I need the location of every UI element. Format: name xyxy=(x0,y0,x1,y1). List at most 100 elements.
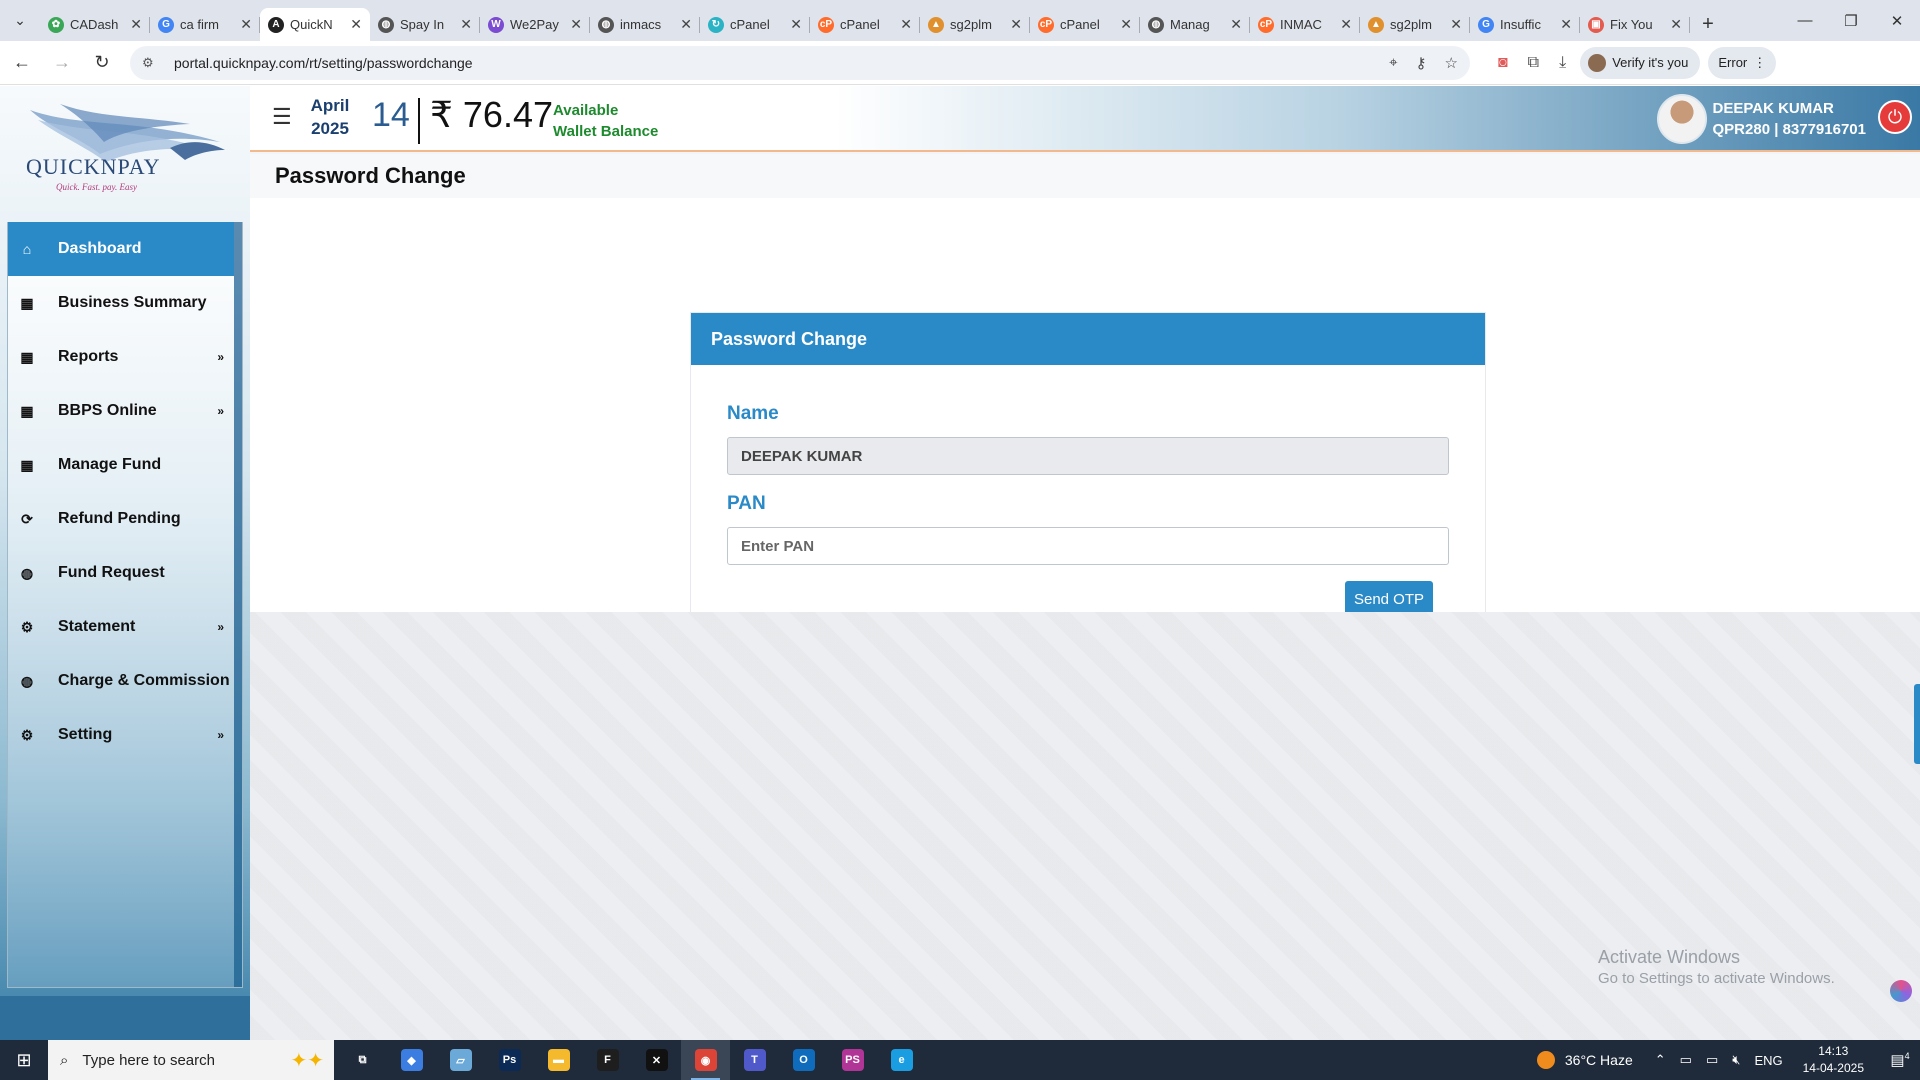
tab-close-icon[interactable]: ✕ xyxy=(240,16,252,33)
weather-widget[interactable]: 36°C Haze xyxy=(1536,1051,1633,1069)
tab-search-button[interactable]: ⌄ xyxy=(0,0,40,41)
taskbar-app-notepad[interactable]: ▱ xyxy=(436,1040,485,1080)
language-indicator[interactable]: ENG xyxy=(1754,1053,1782,1068)
omnibox[interactable]: ⚙ portal.quicknpay.com/rt/setting/passwo… xyxy=(130,45,1470,80)
taskbar-app-chrome[interactable]: ◉ xyxy=(681,1040,730,1080)
browser-tab[interactable]: ◍ Spay In ✕ xyxy=(370,8,480,41)
menu-toggle-icon[interactable]: ☰ xyxy=(272,104,292,130)
meet-now-icon[interactable]: ▭ xyxy=(1680,1052,1692,1068)
back-button[interactable]: ← xyxy=(4,45,40,81)
sidebar-item[interactable]: ⌂ Dashboard xyxy=(8,222,236,276)
floating-assistant-icon[interactable] xyxy=(1890,980,1912,1002)
browser-tab[interactable]: ▲ sg2plm ✕ xyxy=(920,8,1030,41)
extensions-puzzle-icon[interactable]: ⧉ xyxy=(1528,54,1539,72)
error-menu-button[interactable]: Error ⋮ xyxy=(1708,46,1777,79)
site-info-icon[interactable]: ⚙ xyxy=(142,55,162,71)
close-window-icon[interactable]: ✕ xyxy=(1874,0,1920,41)
sidebar-item[interactable]: ▦ Business Summary xyxy=(8,276,236,330)
tab-close-icon[interactable]: ✕ xyxy=(1230,16,1242,33)
tab-close-icon[interactable]: ✕ xyxy=(570,16,582,33)
reload-button[interactable]: ↻ xyxy=(84,45,120,81)
tab-close-icon[interactable]: ✕ xyxy=(130,16,142,33)
browser-tab[interactable]: ▲ sg2plm ✕ xyxy=(1360,8,1470,41)
browser-tab[interactable]: cP cPanel ✕ xyxy=(810,8,920,41)
sidebar-footer xyxy=(0,996,250,1040)
sidebar-item[interactable]: ▦ Reports » xyxy=(8,330,236,384)
taskbar-app-photoshop[interactable]: Ps xyxy=(485,1040,534,1080)
tab-close-icon[interactable]: ✕ xyxy=(1670,16,1682,33)
new-tab-button[interactable]: + xyxy=(1690,8,1726,41)
quicknpay-logo[interactable]: QUICKNPAY Quick. Fast. pay. Easy xyxy=(20,98,230,200)
tab-close-icon[interactable]: ✕ xyxy=(350,16,362,33)
download-icon[interactable]: ⤓ xyxy=(1559,54,1566,72)
browser-tab[interactable]: G Insuffic ✕ xyxy=(1470,8,1580,41)
logout-power-icon[interactable]: ⏻ xyxy=(1878,100,1912,134)
profile-verify-button[interactable]: Verify it's you xyxy=(1580,46,1701,79)
taskbar-app-copilot[interactable]: ◆ xyxy=(387,1040,436,1080)
taskbar-app-teams[interactable]: T xyxy=(730,1040,779,1080)
tab-close-icon[interactable]: ✕ xyxy=(1120,16,1132,33)
browser-tab[interactable]: ◍ Manag ✕ xyxy=(1140,8,1250,41)
bookmark-star-icon[interactable]: ☆ xyxy=(1445,54,1458,72)
tab-close-icon[interactable]: ✕ xyxy=(1560,16,1572,33)
sidebar-item[interactable]: ⚙ Setting » xyxy=(8,708,236,762)
browser-tab[interactable]: ✿ CADash ✕ xyxy=(40,8,150,41)
taskbar-app-edge[interactable]: e xyxy=(877,1040,926,1080)
tab-close-icon[interactable]: ✕ xyxy=(1340,16,1352,33)
user-profile[interactable]: DEEPAK KUMAR QPR280 | 8377916701 xyxy=(1656,94,1866,144)
tab-close-icon[interactable]: ✕ xyxy=(900,16,912,33)
tab-close-icon[interactable]: ✕ xyxy=(680,16,692,33)
extension-icon-red[interactable]: ◙ xyxy=(1498,54,1508,72)
browser-tab[interactable]: cP INMAC ✕ xyxy=(1250,8,1360,41)
pan-input[interactable] xyxy=(727,527,1449,565)
sidebar-item-label: Dashboard xyxy=(58,240,142,257)
volume-mute-icon[interactable]: 🔇︎ xyxy=(1732,1052,1740,1068)
browser-tab[interactable]: ↻ cPanel ✕ xyxy=(700,8,810,41)
browser-tab[interactable]: A QuickN ✕ xyxy=(260,8,370,41)
windows-start-icon[interactable]: ⊞ xyxy=(0,1040,48,1080)
tab-close-icon[interactable]: ✕ xyxy=(790,16,802,33)
clock-date: 14-04-2025 xyxy=(1802,1061,1864,1075)
sidebar-item[interactable]: ▦ Manage Fund xyxy=(8,438,236,492)
tab-favicon-icon: cP xyxy=(1038,16,1054,33)
password-key-icon[interactable]: ⚷ xyxy=(1416,54,1427,72)
weather-sun-icon xyxy=(1536,1051,1555,1069)
browser-tab[interactable]: ▣ Fix You ✕ xyxy=(1580,8,1690,41)
tab-close-icon[interactable]: ✕ xyxy=(1010,16,1022,33)
sidebar-item-label: Refund Pending xyxy=(58,510,181,527)
taskbar-app-task-view[interactable]: ⧉ xyxy=(338,1040,387,1080)
side-feedback-tab[interactable] xyxy=(1914,684,1920,764)
logo-brand-text: QUICKNPAY xyxy=(26,154,161,179)
sidebar-item[interactable]: ◍ Charge & Commission xyxy=(8,654,236,708)
taskbar-app-file-explorer[interactable]: ▬ xyxy=(534,1040,583,1080)
taskbar-app-capcut[interactable]: ✕ xyxy=(632,1040,681,1080)
sidebar-item[interactable]: ⟳ Refund Pending xyxy=(8,492,236,546)
notification-center-icon[interactable]: ▤4 xyxy=(1880,1051,1920,1069)
browser-tab[interactable]: ◍ inmacs ✕ xyxy=(590,8,700,41)
sidebar-item[interactable]: ◍ Fund Request xyxy=(8,546,236,600)
restore-icon[interactable]: ❐ xyxy=(1828,0,1874,41)
minimize-icon[interactable]: — xyxy=(1782,0,1828,41)
sidebar-scrollbar[interactable] xyxy=(234,222,242,987)
tab-close-icon[interactable]: ✕ xyxy=(1450,16,1462,33)
sidebar-item[interactable]: ▦ BBPS Online » xyxy=(8,384,236,438)
browser-tab[interactable]: W We2Pay ✕ xyxy=(480,8,590,41)
browser-tab[interactable]: Gca firm ✕ xyxy=(150,8,260,41)
taskbar-app-outlook[interactable]: O xyxy=(779,1040,828,1080)
tab-title: Insuffic xyxy=(1500,17,1541,32)
taskbar-app-figma[interactable]: F xyxy=(583,1040,632,1080)
location-icon[interactable]: ⌖ xyxy=(1389,54,1397,72)
taskbar-search[interactable]: ⌕ Type here to search ✦✦ xyxy=(48,1040,334,1080)
tab-close-icon[interactable]: ✕ xyxy=(460,16,472,33)
name-field[interactable] xyxy=(727,437,1449,475)
url-text[interactable]: portal.quicknpay.com/rt/setting/password… xyxy=(174,55,1389,71)
weather-text: 36°C Haze xyxy=(1564,1052,1633,1068)
forward-button[interactable]: → xyxy=(44,45,80,81)
network-icon[interactable]: ▭ xyxy=(1706,1052,1718,1068)
chevron-up-icon[interactable]: ⌃ xyxy=(1655,1052,1666,1068)
clock[interactable]: 14:13 14-04-2025 xyxy=(1803,1043,1864,1077)
taskbar-app-phpstorm[interactable]: PS xyxy=(828,1040,877,1080)
tab-favicon-icon: ◍ xyxy=(1148,16,1164,33)
sidebar-item[interactable]: ⚙ Statement » xyxy=(8,600,236,654)
browser-tab[interactable]: cP cPanel ✕ xyxy=(1030,8,1140,41)
